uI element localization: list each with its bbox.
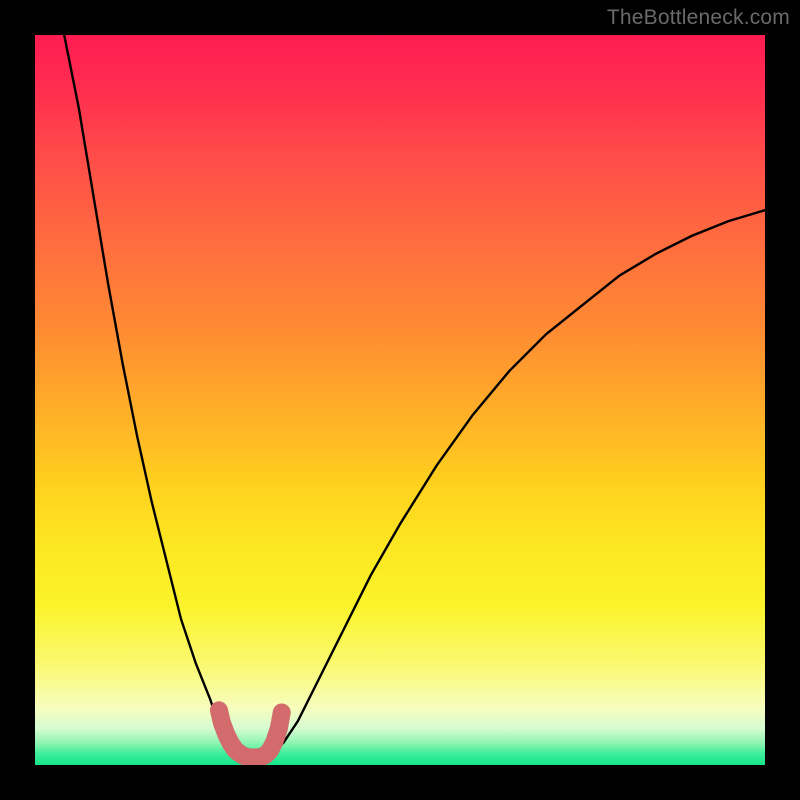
watermark-text: TheBottleneck.com xyxy=(607,6,790,30)
plot-area xyxy=(35,35,765,765)
left-branch-curve xyxy=(64,35,239,754)
chart-frame: TheBottleneck.com xyxy=(0,0,800,800)
right-branch-curve xyxy=(269,210,765,754)
curve-layer xyxy=(35,35,765,765)
trough-marker xyxy=(219,710,282,757)
